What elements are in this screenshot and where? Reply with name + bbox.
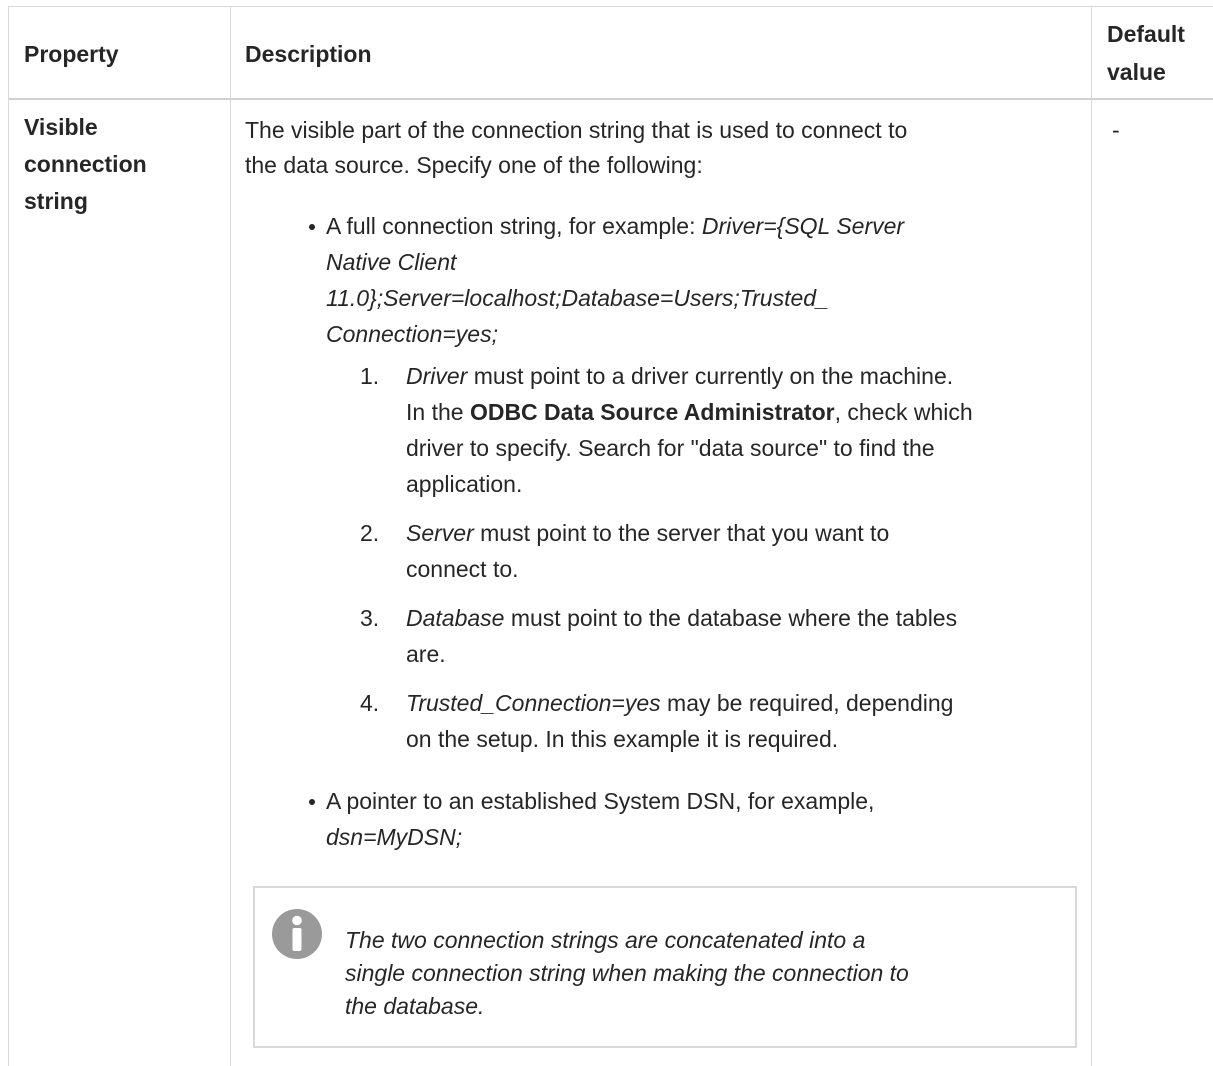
step1-line4: application. [406,471,523,497]
step-number: 4. [360,690,380,716]
bullet2-line1: A pointer to an established System DSN, … [326,788,875,814]
column-divider [230,7,231,1066]
step1-line2: In the ODBC Data Source Administrator, c… [406,396,973,429]
step3-text: must point to the database where the tab… [504,605,958,631]
step1-line2-prefix: In the [406,399,470,425]
bullet1-line1: A full connection string, for example: D… [326,210,904,243]
step3-term: Database [406,605,505,631]
bullet1-line2: Native Client [326,249,457,275]
step4-text: may be required, depending [660,690,954,716]
info-note: The two connection strings are concatena… [253,886,1077,1048]
documentation-page: Property Description Default value Visib… [0,0,1213,1066]
step1-line2-rest: , check which [834,399,973,425]
bullet1-line4: Connection=yes; [326,321,498,347]
default-value: - [1112,117,1120,143]
column-divider [1091,7,1092,1066]
note-text: The two connection strings are concatena… [345,924,1045,1023]
step-number: 3. [360,605,380,631]
step3-line2: are. [406,641,446,667]
bullet2-line2: dsn=MyDSN; [326,824,463,850]
bullet-dot [309,799,315,805]
step2-line2: connect to. [406,556,519,582]
description-intro-line1: The visible part of the connection strin… [245,117,908,143]
note-line3: the database. [345,993,485,1019]
header-divider [9,98,1213,100]
bullet1-driver-example: Driver={SQL Server [701,213,905,239]
step-number: 1. [360,363,380,389]
step1-line1: Driver must point to a driver currently … [406,360,953,393]
step4-line1: Trusted_Connection=yes may be required, … [406,687,953,720]
info-icon [272,909,322,959]
header-default-value-line2: value [1107,59,1166,85]
step4-term: Trusted_Connection=yes [406,690,661,716]
step1-text: must point to a driver currently on the … [467,363,954,389]
property-name-line3: string [24,188,88,214]
step2-line1: Server must point to the server that you… [406,517,889,550]
bullet1-line3: 11.0};Server=localhost;Database=Users;Tr… [326,285,829,311]
header-description: Description [245,41,372,67]
step2-term: Server [406,520,474,546]
step1-term: Driver [406,363,468,389]
step3-line1: Database must point to the database wher… [406,602,957,635]
description-intro-line2: the data source. Specify one of the foll… [245,152,703,178]
header-property: Property [24,41,119,67]
property-name-line1: Visible [24,114,98,140]
header-default-value-line1: Default [1107,21,1185,47]
note-line2: single connection string when making the… [345,960,909,986]
bullet-dot [309,224,315,230]
note-line1: The two connection strings are concatena… [345,927,866,953]
property-name-line2: connection [24,151,147,177]
step4-line2: on the setup. In this example it is requ… [406,726,839,752]
step1-line3: driver to specify. Search for "data sour… [406,435,935,461]
step-number: 2. [360,520,380,546]
step1-ui-name: ODBC Data Source Administrator [469,399,835,425]
bullet1-prefix: A full connection string, for example: [326,213,702,239]
step2-text: must point to the server that you want t… [473,520,890,546]
